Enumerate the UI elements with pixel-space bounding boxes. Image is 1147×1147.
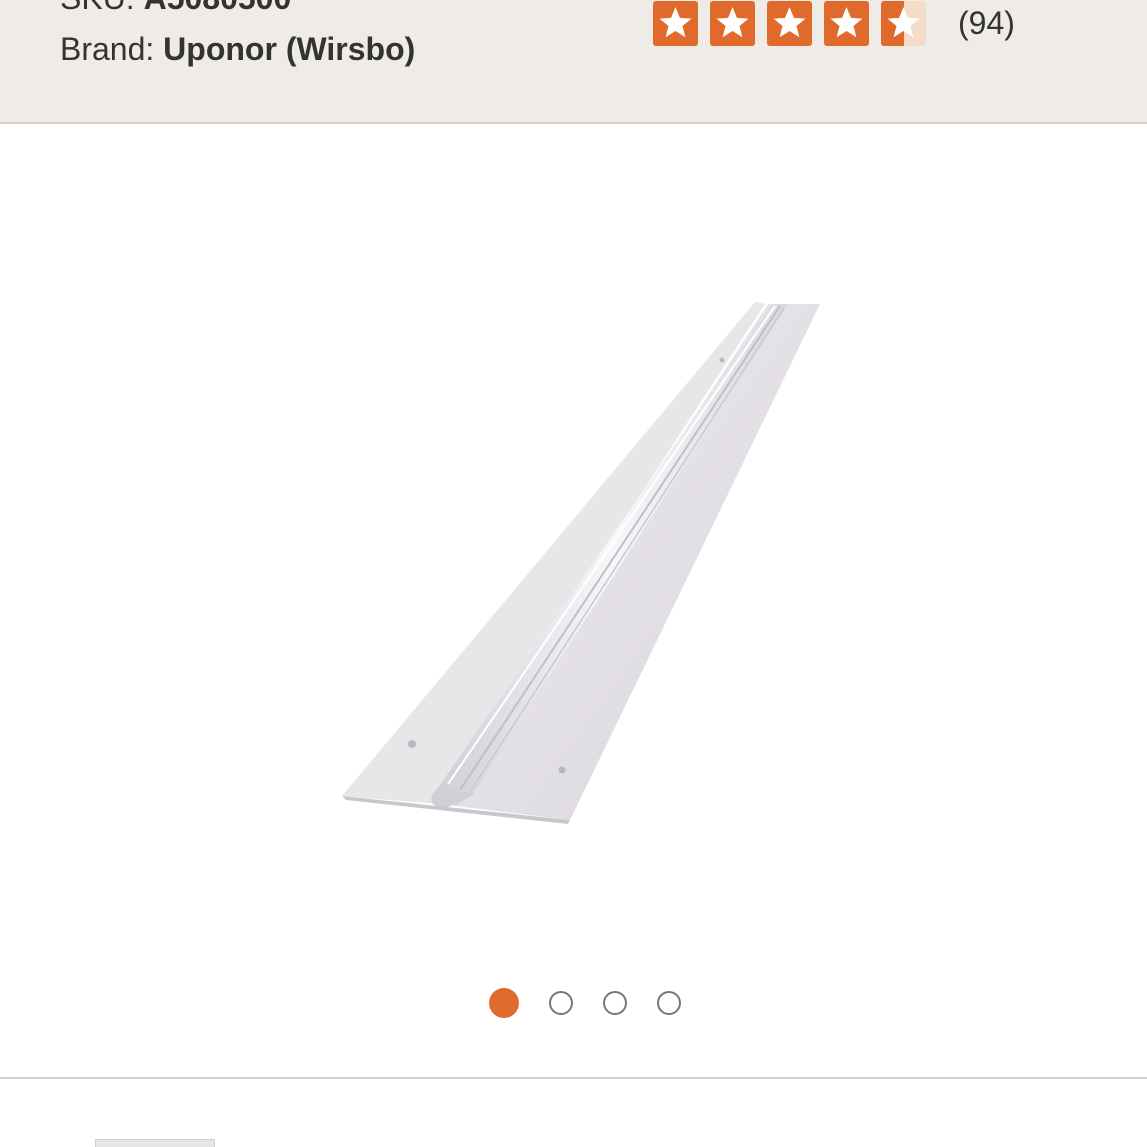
- sku-label: SKU:: [60, 0, 144, 16]
- product-image-gallery[interactable]: [0, 124, 1147, 1078]
- product-header: SKU: A5080500 Brand: Uponor (Wirsbo) (94…: [0, 0, 1147, 124]
- product-image: [342, 302, 820, 824]
- brand-line: Brand: Uponor (Wirsbo): [60, 29, 415, 69]
- thumbnail-image[interactable]: [95, 1139, 215, 1147]
- carousel-indicators: [0, 988, 1147, 1018]
- carousel-dot-1[interactable]: [489, 988, 519, 1018]
- carousel-dot-4[interactable]: [657, 991, 681, 1015]
- sku-value: A5080500: [144, 0, 292, 16]
- review-count-link[interactable]: (94): [958, 1, 1015, 46]
- sku-line: SKU: A5080500: [60, 0, 291, 18]
- carousel-dot-3[interactable]: [603, 991, 627, 1015]
- half-star-icon: [881, 1, 926, 46]
- carousel-dot-2[interactable]: [549, 991, 573, 1015]
- star-icon: [710, 1, 755, 46]
- section-divider: [0, 1077, 1147, 1079]
- brand-label: Brand:: [60, 31, 164, 67]
- star-icon: [767, 1, 812, 46]
- brand-link[interactable]: Uponor (Wirsbo): [163, 31, 415, 67]
- star-icon: [653, 1, 698, 46]
- star-icon: [824, 1, 869, 46]
- rating-widget[interactable]: (94): [653, 1, 1015, 46]
